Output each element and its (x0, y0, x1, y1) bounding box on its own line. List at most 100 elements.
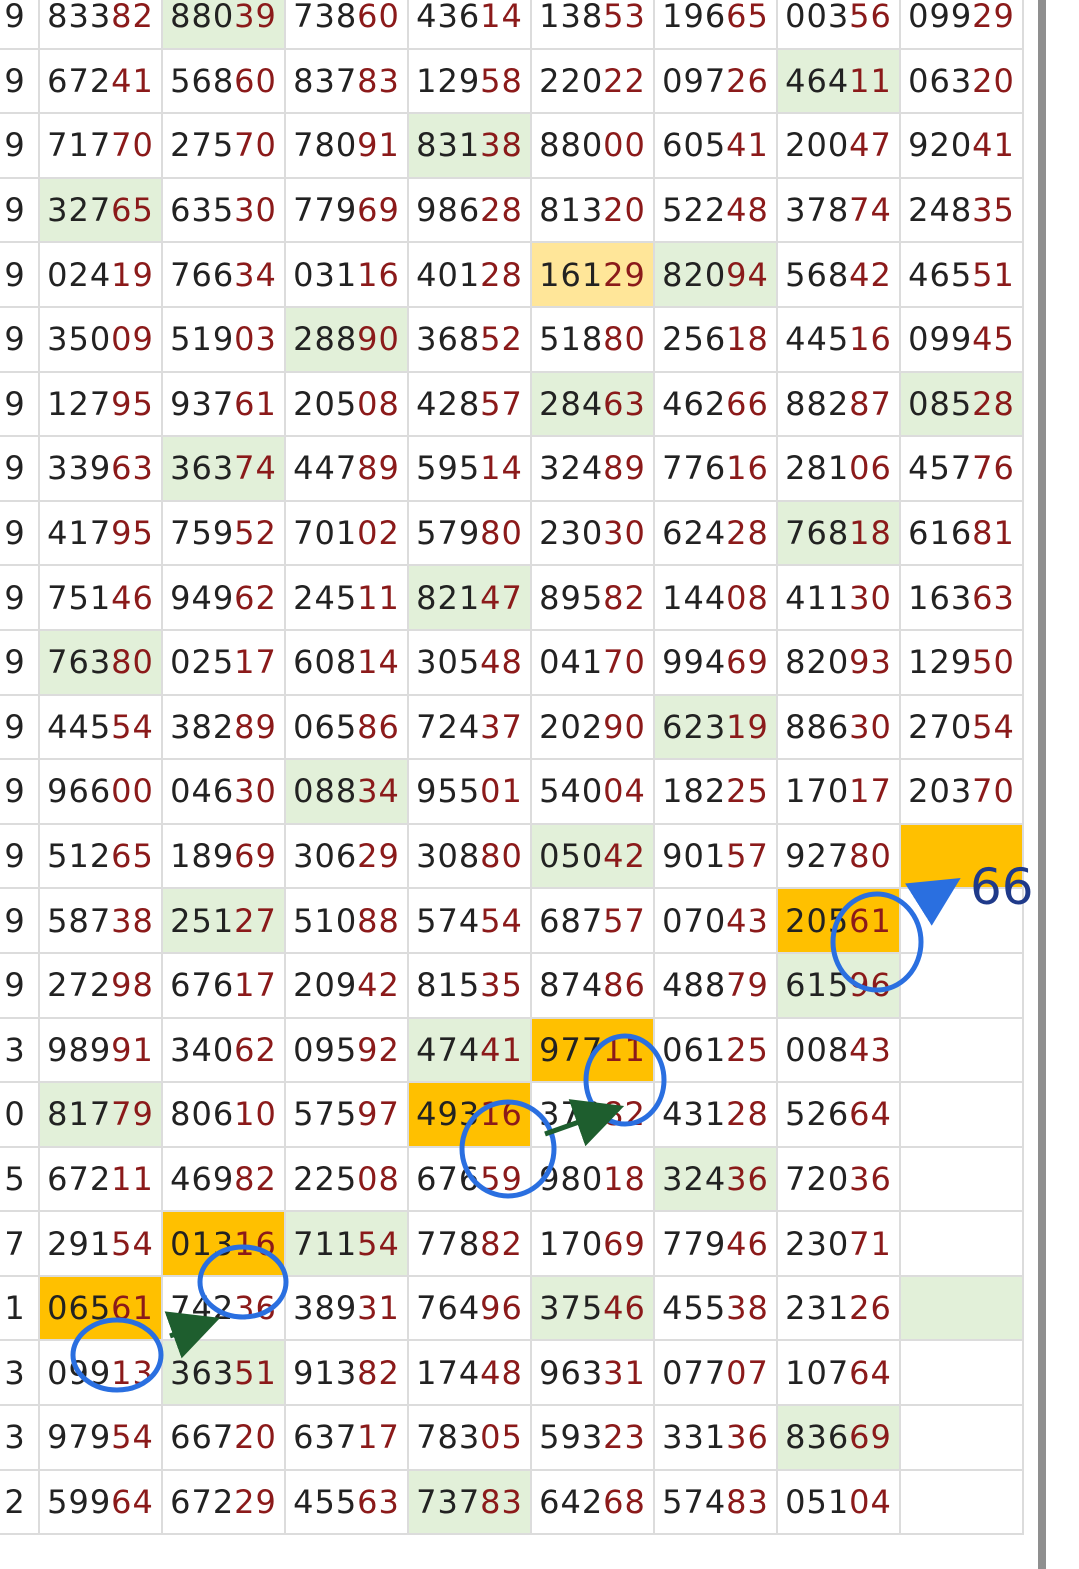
number-head-digits: 738 (293, 0, 358, 36)
number-head-digits: 189 (170, 837, 235, 876)
number-tail-digits: 82 (111, 0, 154, 36)
number-head-digits: 203 (908, 772, 973, 811)
number-cell: 23030 (530, 499, 655, 567)
number-tail-digits: 35 (480, 966, 523, 1005)
number-cell: 83382 (38, 0, 163, 50)
number-cell: 88039 (161, 0, 286, 50)
number-cell: 82094 (653, 241, 778, 308)
table-row: 9 44554 38289 06586 72437 20290 62319 88630 2705… (0, 693, 1024, 761)
number-cell: 27298 (38, 951, 163, 1019)
number-cell: 05042 (530, 822, 655, 890)
number-cell: 57454 (407, 887, 532, 954)
number-head-digits: 642 (539, 1482, 604, 1521)
number-tail-digits: 23 (603, 1418, 646, 1457)
number-head-digits: 676 (416, 1159, 481, 1198)
number-tail-digits: 52 (480, 320, 523, 359)
number-head-digits: 324 (539, 449, 604, 488)
number-cell: 77616 (653, 435, 778, 502)
number-tail-digits: 00 (603, 126, 646, 165)
number-head-digits: 378 (785, 191, 850, 230)
number-head-digits: 138 (539, 0, 604, 36)
number-head-digits: 623 (662, 707, 727, 746)
number-tail-digits: 82 (603, 1095, 646, 1134)
row-index: 9 (0, 176, 40, 244)
number-tail-digits: 47 (849, 126, 892, 165)
number-tail-digits: 62 (234, 1030, 277, 1069)
row-index: 9 (0, 887, 40, 954)
number-tail-digits: 63 (111, 449, 154, 488)
number-cell (899, 1016, 1024, 1084)
number-head-digits: 764 (416, 1289, 481, 1328)
number-cell: 78305 (407, 1404, 532, 1471)
number-tail-digits: 70 (234, 126, 277, 165)
number-head-digits: 462 (662, 384, 727, 423)
number-cell: 71770 (38, 112, 163, 179)
table-row: 9 76380 02517 60814 30548 04170 99469 82093 1295… (0, 628, 1024, 696)
number-tail-digits: 70 (603, 643, 646, 682)
number-cell: 41130 (776, 564, 901, 631)
number-cell: 09592 (284, 1016, 409, 1084)
number-head-digits: 327 (47, 191, 112, 230)
number-head-digits: 368 (416, 320, 481, 359)
number-tail-digits: 16 (357, 255, 400, 294)
number-head-digits: 041 (539, 643, 604, 682)
number-tail-digits: 70 (972, 772, 1015, 811)
number-cell: 48879 (653, 951, 778, 1019)
number-cell: 88630 (776, 693, 901, 761)
vertical-scrollbar[interactable] (1038, 0, 1046, 1569)
number-cell: 17069 (530, 1210, 655, 1277)
number-tail-digits: 71 (849, 1224, 892, 1263)
number-head-digits: 980 (539, 1159, 604, 1198)
number-cell: 81535 (407, 951, 532, 1019)
number-head-digits: 977 (539, 1030, 604, 1069)
number-tail-digits: 04 (849, 1482, 892, 1521)
number-tail-digits: 17 (357, 1418, 400, 1457)
number-head-digits: 880 (170, 0, 235, 36)
number-tail-digits: 30 (849, 578, 892, 617)
number-head-digits: 251 (170, 901, 235, 940)
number-cell (899, 1468, 1024, 1536)
number-cell: 16129 (530, 241, 655, 308)
number-tail-digits: 59 (480, 1159, 523, 1198)
number-tail-digits: 64 (849, 1353, 892, 1392)
number-tail-digits: 54 (111, 1224, 154, 1263)
number-head-digits: 779 (662, 1224, 727, 1263)
number-cell: 29154 (38, 1210, 163, 1277)
number-cell: 59964 (38, 1468, 163, 1536)
number-cell: 60541 (653, 112, 778, 179)
number-tail-digits: 30 (849, 707, 892, 746)
number-cell: 90157 (653, 822, 778, 890)
number-cell: 40128 (407, 241, 532, 308)
number-cell: 46266 (653, 370, 778, 438)
number-head-digits: 836 (785, 1418, 850, 1457)
number-cell: 30548 (407, 628, 532, 696)
number-cell: 67229 (161, 1468, 286, 1536)
number-cell: 09929 (899, 0, 1024, 50)
number-tail-digits: 74 (234, 449, 277, 488)
number-cell: 77946 (653, 1210, 778, 1277)
number-cell: 38931 (284, 1274, 409, 1342)
number-cell: 32489 (530, 435, 655, 502)
number-head-digits: 474 (416, 1030, 481, 1069)
row-index: 3 (0, 1016, 40, 1084)
number-head-digits: 724 (416, 707, 481, 746)
number-head-digits: 493 (416, 1095, 481, 1134)
number-tail-digits: 36 (726, 1159, 769, 1198)
number-head-digits: 624 (662, 514, 727, 553)
number-head-digits: 920 (908, 126, 973, 165)
table-row: 9 58738 25127 51088 57454 68757 07043 20561 (0, 887, 1024, 954)
number-head-digits: 209 (293, 966, 358, 1005)
number-cell: 59323 (530, 1404, 655, 1471)
number-cell: 83138 (407, 112, 532, 179)
number-tail-digits: 19 (111, 255, 154, 294)
number-grid-view: 9 83382 88039 73860 43614 13853 19665 00356 0992… (0, 0, 1079, 1569)
number-cell: 20942 (284, 951, 409, 1019)
number-table-body: 9 83382 88039 73860 43614 13853 19665 00356 0992… (0, 0, 1024, 1536)
number-cell: 36374 (161, 435, 286, 502)
number-tail-digits: 83 (726, 1482, 769, 1521)
number-cell: 87486 (530, 951, 655, 1019)
number-head-digits: 895 (539, 578, 604, 617)
number-cell: 27054 (899, 693, 1024, 761)
number-tail-digits: 80 (849, 837, 892, 876)
number-tail-digits: 04 (603, 772, 646, 811)
